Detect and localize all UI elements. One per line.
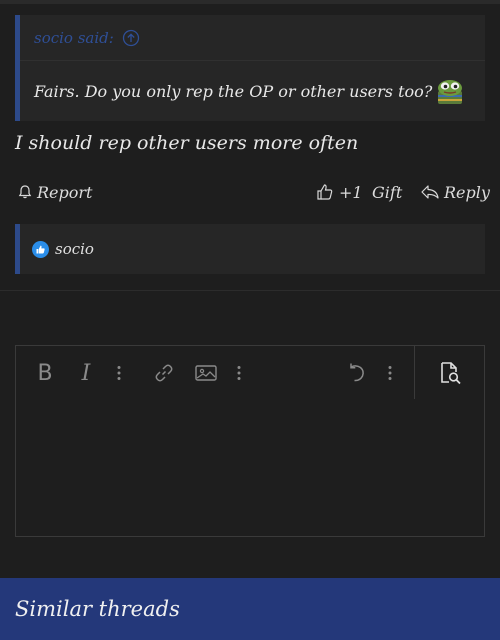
like-badge-icon bbox=[32, 240, 49, 258]
thumbs-up-icon bbox=[317, 184, 333, 200]
more-text-options-button[interactable] bbox=[114, 360, 124, 386]
insert-image-button[interactable] bbox=[193, 360, 219, 386]
report-button[interactable]: Report bbox=[17, 178, 92, 206]
reaction-users[interactable]: socio bbox=[55, 240, 94, 258]
image-icon bbox=[195, 365, 217, 381]
insert-link-button[interactable] bbox=[151, 360, 177, 386]
preview-icon bbox=[440, 361, 461, 384]
italic-button[interactable]: I bbox=[76, 360, 96, 386]
quote-author[interactable]: socio said: bbox=[34, 29, 114, 47]
quote-body: Fairs. Do you only rep the OP or other u… bbox=[34, 77, 475, 105]
like-button[interactable]: +1 bbox=[315, 178, 363, 206]
top-strip bbox=[0, 0, 500, 4]
message-input[interactable] bbox=[16, 399, 484, 536]
quote-header[interactable]: socio said: bbox=[20, 15, 485, 61]
italic-icon: I bbox=[81, 360, 91, 386]
post-message: I should rep other users more often bbox=[15, 132, 359, 154]
reply-editor: B I bbox=[15, 345, 485, 537]
bold-button[interactable]: B bbox=[34, 360, 56, 386]
similar-threads-header: Similar threads bbox=[0, 578, 500, 640]
gift-label: Gift bbox=[372, 182, 403, 202]
link-icon bbox=[155, 364, 173, 382]
reply-label: Reply bbox=[444, 182, 490, 202]
jump-to-post-icon[interactable] bbox=[122, 29, 140, 47]
section-divider bbox=[0, 290, 500, 291]
reactions-bar[interactable]: socio bbox=[15, 224, 485, 274]
bold-icon: B bbox=[37, 360, 53, 386]
reply-button[interactable]: Reply bbox=[420, 178, 490, 206]
more-editor-options-button[interactable] bbox=[385, 360, 395, 386]
like-label: +1 bbox=[339, 182, 363, 202]
gift-button[interactable]: Gift bbox=[372, 178, 402, 206]
pepe-emoji-icon bbox=[436, 77, 464, 105]
more-options-icon bbox=[117, 366, 121, 380]
more-insert-options-button[interactable] bbox=[234, 360, 244, 386]
reply-icon bbox=[421, 185, 439, 199]
undo-button[interactable] bbox=[343, 360, 369, 386]
editor-toolbar: B I bbox=[16, 346, 484, 399]
quote-text: Fairs. Do you only rep the OP or other u… bbox=[34, 81, 433, 101]
more-options-icon bbox=[388, 366, 392, 380]
preview-button[interactable] bbox=[414, 346, 484, 399]
more-options-icon bbox=[237, 366, 241, 380]
report-label: Report bbox=[37, 182, 93, 202]
similar-threads-title: Similar threads bbox=[15, 597, 180, 621]
quote-block: socio said: Fairs. Do you only rep the O… bbox=[15, 15, 485, 121]
bell-icon bbox=[18, 185, 32, 199]
post-actions: Report +1 Gift Reply bbox=[15, 178, 490, 206]
undo-icon bbox=[350, 363, 364, 382]
